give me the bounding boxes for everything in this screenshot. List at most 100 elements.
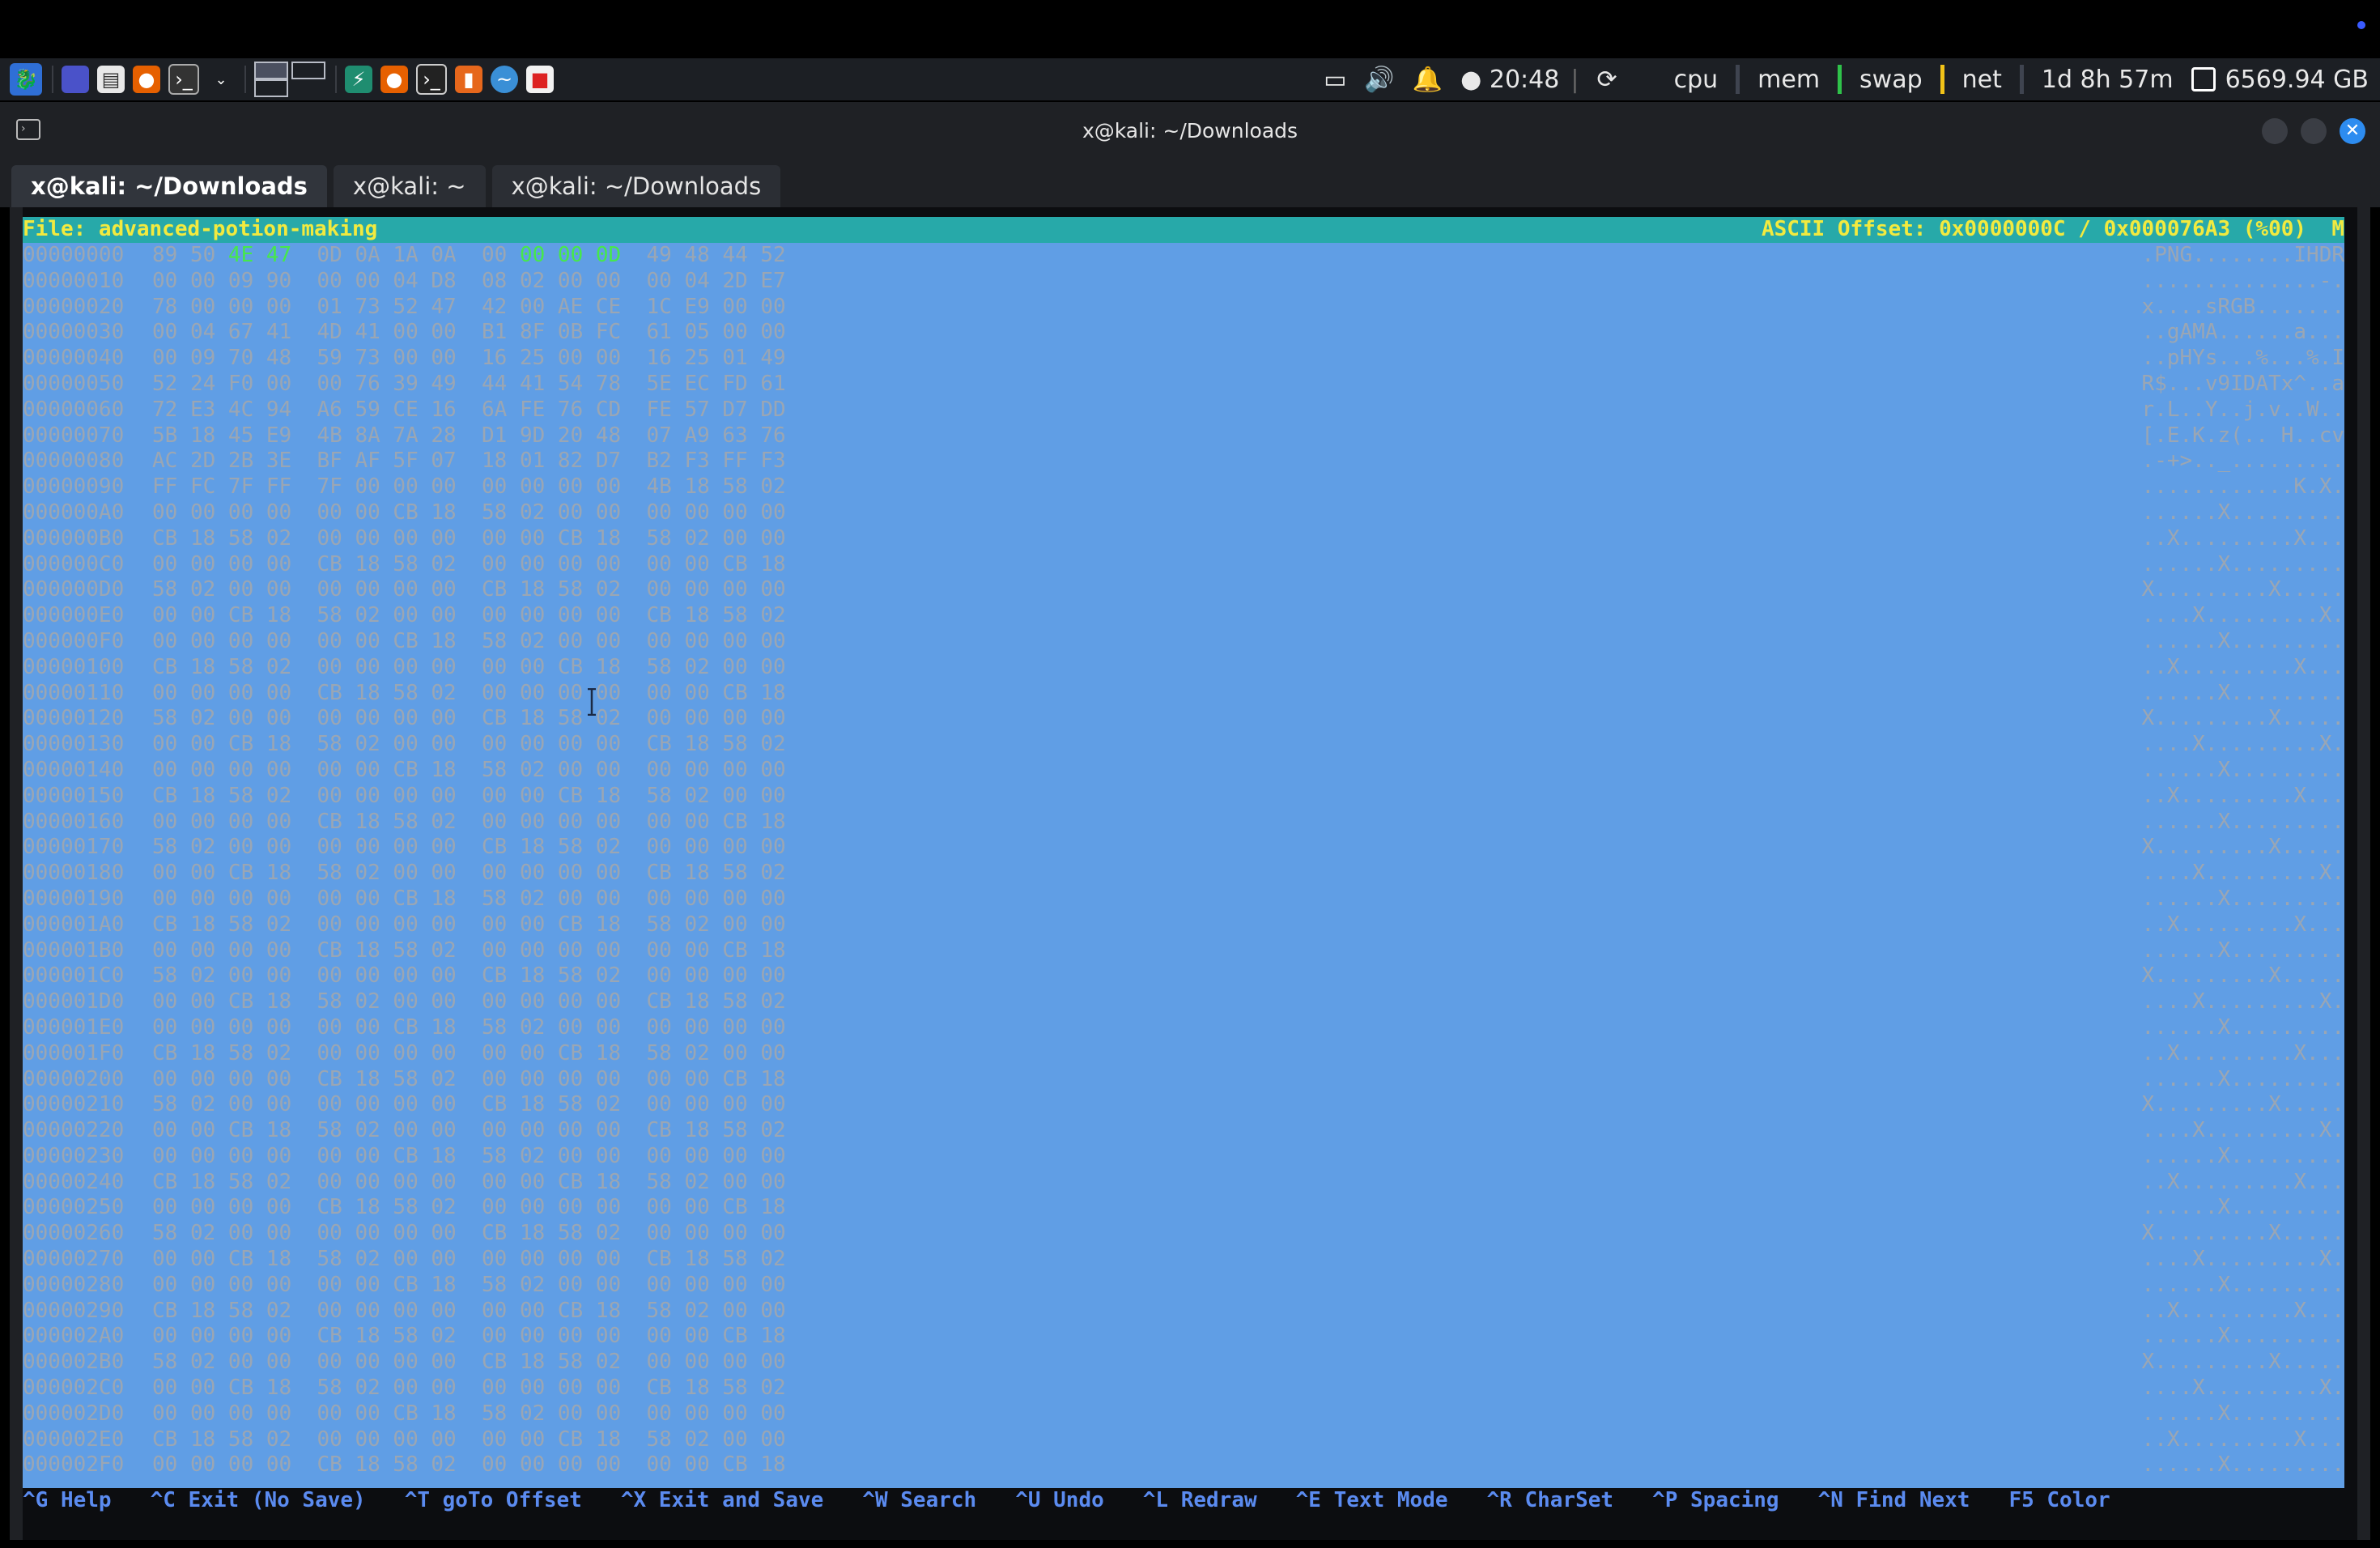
hex-row[interactable]: 00000180 00 00 CB 18 58 02 00 00 00 00 00… (23, 861, 2344, 887)
hex-bytes[interactable]: 89 50 4E 47 0D 0A 1A 0A 00 00 00 0D 49 4… (152, 243, 850, 269)
ascii-column[interactable]: ......X......... (2142, 1324, 2344, 1350)
ascii-column[interactable]: ......X......... (2142, 500, 2344, 526)
hex-row[interactable]: 00000120 58 02 00 00 00 00 00 00 CB 18 58… (23, 706, 2344, 732)
ascii-column[interactable]: .-+>.._......... (2142, 449, 2344, 474)
hex-bytes[interactable]: 00 00 00 00 00 00 CB 18 58 02 00 00 00 0… (152, 1401, 850, 1427)
hex-row[interactable]: 000001C0 58 02 00 00 00 00 00 00 CB 18 58… (23, 963, 2344, 989)
tab-downloads[interactable]: x@kali: ~/Downloads (491, 165, 781, 207)
ascii-column[interactable]: ......X......... (2142, 1195, 2344, 1221)
hex-bytes[interactable]: CB 18 58 02 00 00 00 00 00 00 CB 18 58 0… (152, 655, 850, 681)
hex-row[interactable]: 00000210 58 02 00 00 00 00 00 00 CB 18 58… (23, 1092, 2344, 1118)
hex-bytes[interactable]: 00 00 00 00 CB 18 58 02 00 00 00 00 00 0… (152, 810, 850, 836)
hex-bytes[interactable]: CB 18 58 02 00 00 00 00 00 00 CB 18 58 0… (152, 526, 850, 552)
hex-row[interactable]: 00000090 FF FC 7F FF 7F 00 00 00 00 00 00… (23, 474, 2344, 500)
hex-bytes[interactable]: FF FC 7F FF 7F 00 00 00 00 00 00 00 4B 1… (152, 474, 850, 500)
hex-bytes[interactable]: 00 00 CB 18 58 02 00 00 00 00 00 00 CB 1… (152, 1118, 850, 1144)
workspace-3[interactable] (254, 79, 288, 97)
ascii-column[interactable]: ......X......... (2142, 810, 2344, 836)
hex-row[interactable]: 00000220 00 00 CB 18 58 02 00 00 00 00 00… (23, 1118, 2344, 1144)
hex-bytes[interactable]: 58 02 00 00 00 00 00 00 CB 18 58 02 00 0… (152, 1221, 850, 1247)
hex-bytes[interactable]: 58 02 00 00 00 00 00 00 CB 18 58 02 00 0… (152, 706, 850, 732)
ascii-column[interactable]: ..gAMA......a... (2142, 320, 2344, 346)
hex-row[interactable]: 000000E0 00 00 CB 18 58 02 00 00 00 00 00… (23, 603, 2344, 629)
hex-row[interactable]: 000001E0 00 00 00 00 00 00 CB 18 58 02 00… (23, 1015, 2344, 1041)
chevron-down-icon[interactable]: ⌄ (207, 66, 235, 93)
ascii-column[interactable]: ......X......... (2142, 629, 2344, 655)
hex-bytes[interactable]: 00 00 00 00 00 00 CB 18 58 02 00 00 00 0… (152, 629, 850, 655)
hex-bytes[interactable]: CB 18 58 02 00 00 00 00 00 00 CB 18 58 0… (152, 1299, 850, 1325)
hex-row[interactable]: 00000290 CB 18 58 02 00 00 00 00 00 00 CB… (23, 1299, 2344, 1325)
hex-row[interactable]: 000002B0 58 02 00 00 00 00 00 00 CB 18 58… (23, 1350, 2344, 1376)
hex-row[interactable]: 00000190 00 00 00 00 00 00 CB 18 58 02 00… (23, 887, 2344, 912)
tab-home[interactable]: x@kali: ~ (333, 165, 486, 207)
maximize-icon[interactable] (2301, 118, 2327, 144)
ascii-column[interactable]: ..X.........X... (2142, 784, 2344, 810)
hex-bytes[interactable]: 72 E3 4C 94 A6 59 CE 16 6A FE 76 CD FE 5… (152, 398, 850, 423)
hex-row[interactable]: 00000020 78 00 00 00 01 73 52 47 42 00 AE… (23, 295, 2344, 321)
hex-row[interactable]: 00000050 52 24 F0 00 00 76 39 49 44 41 54… (23, 372, 2344, 398)
mem-monitor[interactable]: mem (1757, 66, 1820, 94)
burpsuite-icon[interactable]: ▮ (455, 66, 482, 93)
kali-menu-icon[interactable]: 🐉 (10, 63, 42, 96)
hex-row[interactable]: 00000080 AC 2D 2B 3E BF AF 5F 07 18 01 82… (23, 449, 2344, 474)
workspace-4[interactable] (291, 79, 325, 97)
bell-icon[interactable]: 🔔 (1413, 66, 1443, 94)
hex-row[interactable]: 000000D0 58 02 00 00 00 00 00 00 CB 18 58… (23, 577, 2344, 603)
hex-row[interactable]: 000001D0 00 00 CB 18 58 02 00 00 00 00 00… (23, 989, 2344, 1015)
hex-bytes[interactable]: 00 00 00 00 CB 18 58 02 00 00 00 00 00 0… (152, 552, 850, 578)
ascii-column[interactable]: ..X.........X... (2142, 1427, 2344, 1453)
window-titlebar[interactable]: › x@kali: ~/Downloads ✕ (0, 102, 2380, 159)
close-icon[interactable]: ✕ (2340, 118, 2365, 144)
hex-row[interactable]: 000001B0 00 00 00 00 CB 18 58 02 00 00 00… (23, 938, 2344, 964)
hex-bytes[interactable]: CB 18 58 02 00 00 00 00 00 00 CB 18 58 0… (152, 784, 850, 810)
hex-row[interactable]: 00000160 00 00 00 00 CB 18 58 02 00 00 00… (23, 810, 2344, 836)
hex-row[interactable]: 00000030 00 04 67 41 4D 41 00 00 B1 8F 0B… (23, 320, 2344, 346)
firefox-icon[interactable]: ● (133, 66, 160, 93)
ascii-column[interactable]: ......X......... (2142, 938, 2344, 964)
ascii-column[interactable]: [.E.K.z(.. H..cv (2142, 423, 2344, 449)
net-monitor[interactable]: net (1962, 66, 2002, 94)
hex-bytes[interactable]: 00 00 00 00 CB 18 58 02 00 00 00 00 00 0… (152, 938, 850, 964)
minimize-icon[interactable] (2262, 118, 2288, 144)
hex-row[interactable]: 00000110 00 00 00 00 CB 18 58 02 00 00 00… (23, 681, 2344, 707)
hex-row[interactable]: 00000250 00 00 00 00 CB 18 58 02 00 00 00… (23, 1195, 2344, 1221)
hex-bytes[interactable]: 00 00 00 00 00 00 CB 18 58 02 00 00 00 0… (152, 758, 850, 784)
ascii-column[interactable]: ............K.X. (2142, 474, 2344, 500)
hex-row[interactable]: 00000140 00 00 00 00 00 00 CB 18 58 02 00… (23, 758, 2344, 784)
ascii-column[interactable]: ..pHYs...%...%.I (2142, 346, 2344, 372)
ascii-column[interactable]: X.........X..... (2142, 1221, 2344, 1247)
hex-bytes[interactable]: 00 00 00 00 CB 18 58 02 00 00 00 00 00 0… (152, 1452, 850, 1478)
hex-row[interactable]: 00000000 89 50 4E 47 0D 0A 1A 0A 00 00 00… (23, 243, 2344, 269)
hex-row[interactable]: 000002C0 00 00 CB 18 58 02 00 00 00 00 00… (23, 1376, 2344, 1401)
ascii-column[interactable]: X.........X..... (2142, 706, 2344, 732)
hex-rows[interactable]: 00000000 89 50 4E 47 0D 0A 1A 0A 00 00 00… (23, 243, 2344, 1478)
hex-row[interactable]: 00000130 00 00 CB 18 58 02 00 00 00 00 00… (23, 732, 2344, 758)
ascii-column[interactable]: X.........X..... (2142, 963, 2344, 989)
swap-monitor[interactable]: swap (1859, 66, 1923, 94)
hex-row[interactable]: 000000C0 00 00 00 00 CB 18 58 02 00 00 00… (23, 552, 2344, 578)
hex-bytes[interactable]: AC 2D 2B 3E BF AF 5F 07 18 01 82 D7 B2 F… (152, 449, 850, 474)
hex-row[interactable]: 00000100 CB 18 58 02 00 00 00 00 00 00 CB… (23, 655, 2344, 681)
ascii-column[interactable]: X.........X..... (2142, 1092, 2344, 1118)
hex-bytes[interactable]: 5B 18 45 E9 4B 8A 7A 28 D1 9D 20 48 07 A… (152, 423, 850, 449)
volume-icon[interactable]: 🔊 (1364, 66, 1394, 94)
ascii-column[interactable]: X.........X..... (2142, 835, 2344, 861)
hex-row[interactable]: 000001A0 CB 18 58 02 00 00 00 00 00 00 CB… (23, 912, 2344, 938)
ascii-column[interactable]: ..X.........X... (2142, 1041, 2344, 1067)
hex-row[interactable]: 00000060 72 E3 4C 94 A6 59 CE 16 6A FE 76… (23, 398, 2344, 423)
terminal-launcher-icon[interactable]: ›_ (168, 64, 199, 95)
hex-bytes[interactable]: 58 02 00 00 00 00 00 00 CB 18 58 02 00 0… (152, 835, 850, 861)
hex-bytes[interactable]: 00 00 00 00 CB 18 58 02 00 00 00 00 00 0… (152, 1195, 850, 1221)
hex-bytes[interactable]: 00 04 67 41 4D 41 00 00 B1 8F 0B FC 61 0… (152, 320, 850, 346)
hex-row[interactable]: 000000B0 CB 18 58 02 00 00 00 00 00 00 CB… (23, 526, 2344, 552)
hex-bytes[interactable]: 00 00 CB 18 58 02 00 00 00 00 00 00 CB 1… (152, 603, 850, 629)
workspace-1[interactable] (254, 62, 288, 79)
ascii-column[interactable]: ..X.........X... (2142, 1299, 2344, 1325)
hex-row[interactable]: 00000040 00 09 70 48 59 73 00 00 16 25 00… (23, 346, 2344, 372)
ascii-column[interactable]: .PNG........IHDR (2142, 243, 2344, 269)
ascii-column[interactable]: ..X.........X... (2142, 655, 2344, 681)
ascii-column[interactable]: ....X.........X. (2142, 1247, 2344, 1273)
tab-downloads-active[interactable]: x@kali: ~/Downloads (11, 165, 327, 207)
ascii-column[interactable]: X.........X..... (2142, 577, 2344, 603)
ascii-column[interactable]: ......X......... (2142, 1067, 2344, 1093)
